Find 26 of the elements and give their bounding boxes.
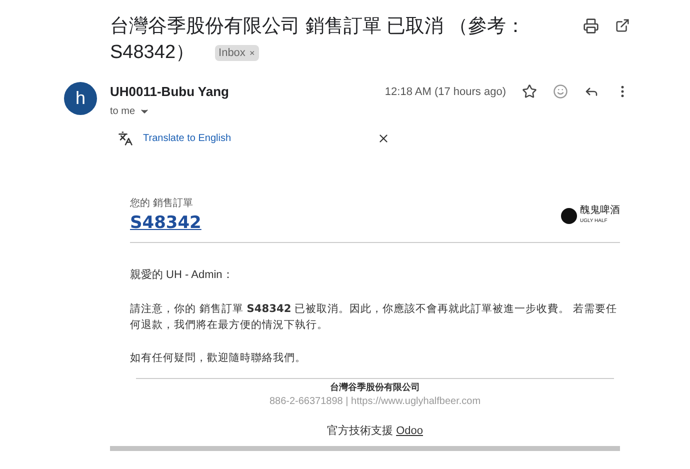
emoji-icon[interactable] (553, 84, 568, 100)
logo-text: 醜鬼啤酒 (580, 206, 620, 216)
email-subject: 台灣谷季股份有限公司 銷售訂單 已取消 （參考： (110, 15, 525, 39)
order-number-link[interactable]: S48342 (130, 210, 202, 236)
message-time: 12:18 AM (17 hours ago) (384, 84, 506, 100)
inbox-label[interactable]: Inbox × (214, 45, 259, 61)
powered-by-text: 官方技術支援 (327, 425, 393, 437)
order-caption: 您的 銷售訂單 (130, 196, 194, 210)
company-name: 台灣谷季股份有限公司 (330, 380, 420, 394)
email-subject: S48342） (110, 41, 195, 65)
logo-icon (561, 208, 577, 224)
new-window-icon[interactable] (615, 18, 630, 33)
print-icon[interactable] (583, 18, 599, 34)
greeting-text: 親愛的 UH - Admin： (130, 268, 234, 283)
close-icon[interactable] (377, 132, 390, 144)
body-paragraph: 請注意，你的 銷售訂單 S48342 已被取消。因此，你應該不會再就此訂單被進一步收費。 若需要任何退款，我們將在最方便的情況下執行。 (130, 302, 618, 332)
sender-avatar: h (64, 82, 97, 115)
translate-link[interactable]: Translate to English (143, 130, 232, 146)
recipient-text: to me (110, 104, 136, 118)
translate-icon (118, 130, 133, 146)
company-contact: 886-2-66371898 | https://www.uglyhalfbeer.com (269, 395, 481, 409)
body-paragraph: 如有任何疑問，歡迎隨時聯絡我們。 (130, 350, 307, 366)
odoo-link[interactable]: Odoo (396, 425, 423, 437)
remove-label-button[interactable]: × (249, 45, 255, 61)
sender-name: UH0011-Bubu Yang (110, 83, 229, 101)
star-icon[interactable] (522, 84, 537, 100)
